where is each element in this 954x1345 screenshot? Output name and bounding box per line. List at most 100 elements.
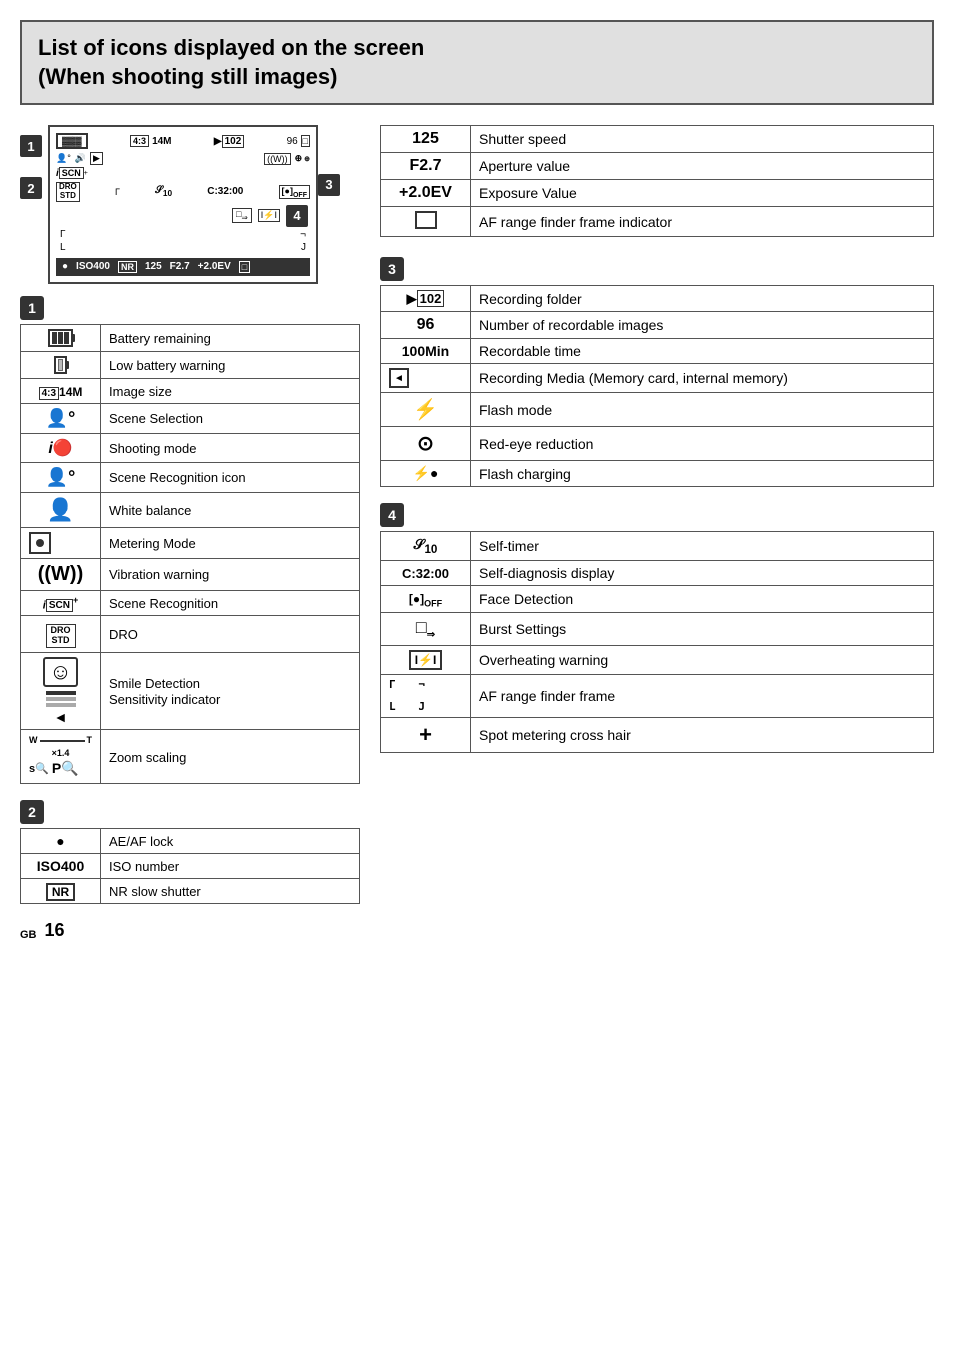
crosshair-desc-cell: Spot metering cross hair: [471, 718, 934, 753]
desc-cell: Burst Settings: [471, 613, 934, 646]
icon-cell: ((W)): [21, 558, 101, 590]
icon-cell: 4:314M: [21, 378, 101, 403]
icon-cell: [21, 527, 101, 558]
camera-count: 96 □: [287, 136, 310, 147]
section3-table: ▶102 Recording folder 96 Number of recor…: [380, 285, 934, 487]
smile-icon-cell: ☺ ◄: [21, 653, 101, 730]
camera-row2: 👤° 🔊 ▶ ((W)) ⊕⊕: [56, 151, 310, 166]
table-row: 👤° Scene Selection: [21, 403, 360, 433]
icon-cell: 100Min: [381, 339, 471, 364]
desc-cell: Red-eye reduction: [471, 427, 934, 461]
icon-cell: [21, 351, 101, 378]
shutter-table: 125 Shutter speed F2.7 Aperture value +2…: [380, 125, 934, 237]
table-row: DROSTD DRO: [21, 616, 360, 653]
overheating-row: I⚡I Overheating warning: [381, 645, 934, 674]
desc-cell: White balance: [101, 492, 360, 527]
desc-cell: Exposure Value: [471, 180, 934, 207]
icon-cell: ⊙: [381, 427, 471, 461]
camera-bottom-bar: ● ISO400 NR 125 F2.7 +2.0EV □: [56, 258, 310, 276]
table-row: ((W)) Vibration warning: [21, 558, 360, 590]
desc-cell: Shutter speed: [471, 126, 934, 153]
camera-folder: ▶102: [214, 136, 244, 147]
desc-cell: AE/AF lock: [101, 829, 360, 854]
icon-cell: 👤°: [21, 403, 101, 433]
icon-cell: [●]OFF: [381, 585, 471, 612]
desc-cell: Scene Selection: [101, 403, 360, 433]
section-num-3: 3: [380, 257, 404, 281]
icon-cell: i🔴: [21, 433, 101, 462]
table-row: ● AE/AF lock: [21, 829, 360, 854]
page-footer: GB 16: [20, 920, 360, 941]
overheat-desc-cell: Overheating warning: [471, 645, 934, 674]
table-row: ⚡● Flash charging: [381, 461, 934, 487]
icon-cell: [21, 324, 101, 351]
crosshair-icon-cell: +: [381, 718, 471, 753]
desc-cell: AF range finder frame indicator: [471, 207, 934, 237]
section4-table: 𝒮10 Self-timer C:32:00 Self-diagnosis di…: [380, 531, 934, 753]
camera-image-size: 4:314M: [130, 135, 171, 147]
desc-cell: Image size: [101, 378, 360, 403]
smile-desc-cell: Smile DetectionSensitivity indicator: [101, 653, 360, 730]
table-row: W T ×1.4 s🔍 P🔍 Zoom scaling: [21, 730, 360, 784]
desc-cell: Recordable time: [471, 339, 934, 364]
section1-table: Battery remaining Low battery warning: [20, 324, 360, 784]
zoom-desc-cell: Zoom scaling: [101, 730, 360, 784]
page-title: List of icons displayed on the screen (W…: [20, 20, 934, 105]
desc-cell: Scene Recognition: [101, 590, 360, 616]
table-row: 👤° Scene Recognition icon: [21, 462, 360, 492]
section-num-2: 2: [20, 800, 44, 824]
table-row: 4:314M Image size: [21, 378, 360, 403]
table-row: AF range finder frame indicator: [381, 207, 934, 237]
icon-cell: NR: [21, 879, 101, 904]
section-num-4: 4: [380, 503, 404, 527]
desc-cell: Aperture value: [471, 153, 934, 180]
icon-cell: DROSTD: [21, 616, 101, 653]
icon-cell: 👤°: [21, 462, 101, 492]
icon-cell: ⚡: [381, 393, 471, 427]
table-row: F2.7 Aperture value: [381, 153, 934, 180]
camera-row6: Γ¬: [56, 228, 310, 241]
desc-cell: NR slow shutter: [101, 879, 360, 904]
table-row: iSCN+ Scene Recognition: [21, 590, 360, 616]
desc-cell: Metering Mode: [101, 527, 360, 558]
icon-cell: iSCN+: [21, 590, 101, 616]
table-row: 96 Number of recordable images: [381, 312, 934, 339]
desc-cell: Scene Recognition icon: [101, 462, 360, 492]
desc-cell: Flash mode: [471, 393, 934, 427]
table-row: 100Min Recordable time: [381, 339, 934, 364]
icon-cell: ⚡●: [381, 461, 471, 487]
table-row: C:32:00 Self-diagnosis display: [381, 560, 934, 585]
icon-cell: [381, 207, 471, 237]
icon-cell: ▶102: [381, 286, 471, 312]
desc-cell: Number of recordable images: [471, 312, 934, 339]
desc-cell: Battery remaining: [101, 324, 360, 351]
overheat-icon-cell: I⚡I: [381, 645, 471, 674]
section-badge-3-cam: 3: [318, 174, 340, 196]
table-row: ⚡ Flash mode: [381, 393, 934, 427]
desc-cell: Recording Media (Memory card, internal m…: [471, 364, 934, 393]
table-row: ⊙ Red-eye reduction: [381, 427, 934, 461]
smile-detection-row: ☺ ◄ Smile DetectionSensitivity indicator: [21, 653, 360, 730]
icon-cell: 𝒮10: [381, 532, 471, 561]
table-row: Battery remaining: [21, 324, 360, 351]
icon-cell: ISO400: [21, 854, 101, 879]
icon-cell: □⇒: [381, 613, 471, 646]
zoom-icon-cell: W T ×1.4 s🔍 P🔍: [21, 730, 101, 784]
table-row: 𝒮10 Self-timer: [381, 532, 934, 561]
af-frame-icon-cell: Γ¬ LJ: [381, 674, 471, 717]
table-row: Metering Mode: [21, 527, 360, 558]
table-row: [●]OFF Face Detection: [381, 585, 934, 612]
af-frame-row: Γ¬ LJ AF range finder frame: [381, 674, 934, 717]
table-row: 125 Shutter speed: [381, 126, 934, 153]
camera-battery: ▓▓▓: [56, 133, 88, 149]
desc-cell: Flash charging: [471, 461, 934, 487]
crosshair-row: + Spot metering cross hair: [381, 718, 934, 753]
icon-cell: ●: [21, 829, 101, 854]
desc-cell: Shooting mode: [101, 433, 360, 462]
table-row: ISO400 ISO number: [21, 854, 360, 879]
desc-cell: Vibration warning: [101, 558, 360, 590]
icon-cell: +2.0EV: [381, 180, 471, 207]
camera-row4: DROSTD Γ 𝒮10 C:32:00 [●]OFF: [56, 180, 310, 204]
icon-cell: 👤: [21, 492, 101, 527]
icon-cell: C:32:00: [381, 560, 471, 585]
